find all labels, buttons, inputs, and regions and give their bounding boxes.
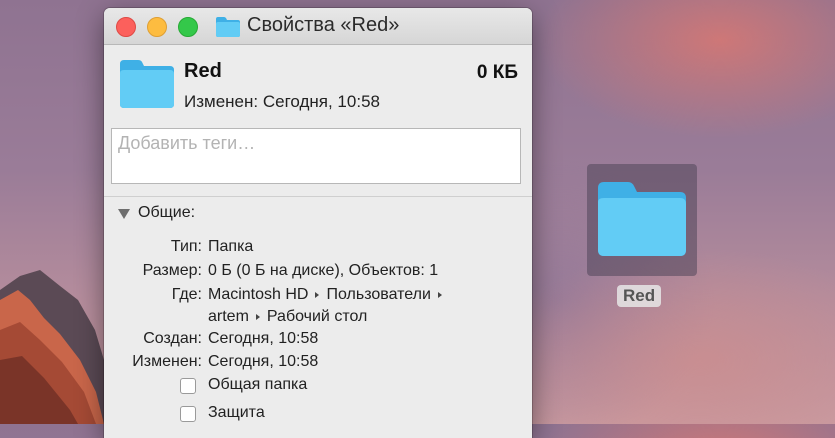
size-value: 0 Б (0 Б на диске), Объектов: 1: [208, 262, 439, 279]
path-component[interactable]: Macintosh HD: [208, 286, 308, 303]
zoom-button[interactable]: [178, 17, 198, 37]
path-arrow-icon: [437, 291, 442, 298]
tags-input[interactable]: [112, 129, 508, 158]
path-arrow-icon: [255, 313, 260, 320]
tags-field[interactable]: [111, 128, 521, 184]
folder-icon: [120, 60, 174, 108]
desktop-folder-label[interactable]: Red: [617, 285, 662, 307]
where-label: Где:: [171, 286, 202, 303]
window-title: Свойства «Red»: [247, 14, 400, 36]
size-label: Размер:: [142, 262, 202, 279]
type-value: Папка: [208, 238, 254, 255]
general-section-label: Общие:: [138, 204, 196, 221]
item-modified: Изменен: Сегодня, 10:58: [184, 92, 380, 111]
desktop-folder[interactable]: [587, 164, 697, 276]
item-size: 0 КБ: [476, 62, 518, 83]
where-path-line-2: artem Рабочий стол: [208, 308, 367, 326]
minimize-button[interactable]: [147, 17, 167, 37]
title-bar[interactable]: Свойства «Red»: [104, 8, 532, 45]
locked-label[interactable]: Защита: [208, 404, 265, 422]
divider: [104, 196, 532, 197]
info-window: Свойства «Red» Red 0 КБ Изменен: Сегодня…: [104, 8, 532, 438]
disclosure-triangle-icon[interactable]: [118, 209, 130, 219]
path-arrow-icon: [315, 291, 320, 298]
modified-value: Сегодня, 10:58: [208, 353, 319, 370]
created-label: Создан:: [143, 330, 202, 347]
where-path-line-1: Macintosh HD Пользователи: [208, 286, 449, 304]
path-component[interactable]: artem: [208, 308, 249, 325]
shared-folder-checkbox[interactable]: [180, 378, 196, 394]
type-label: Тип:: [170, 238, 202, 255]
close-button[interactable]: [116, 17, 136, 37]
modified-label: Изменен:: [132, 353, 202, 370]
created-value: Сегодня, 10:58: [208, 330, 319, 347]
item-name: Red: [184, 60, 222, 82]
locked-checkbox[interactable]: [180, 406, 196, 422]
folder-icon: [216, 17, 240, 37]
folder-icon: [598, 182, 686, 256]
path-component[interactable]: Рабочий стол: [267, 308, 367, 325]
shared-folder-label[interactable]: Общая папка: [208, 376, 307, 394]
path-component[interactable]: Пользователи: [326, 286, 430, 303]
general-section-toggle[interactable]: Общие:: [118, 204, 195, 222]
